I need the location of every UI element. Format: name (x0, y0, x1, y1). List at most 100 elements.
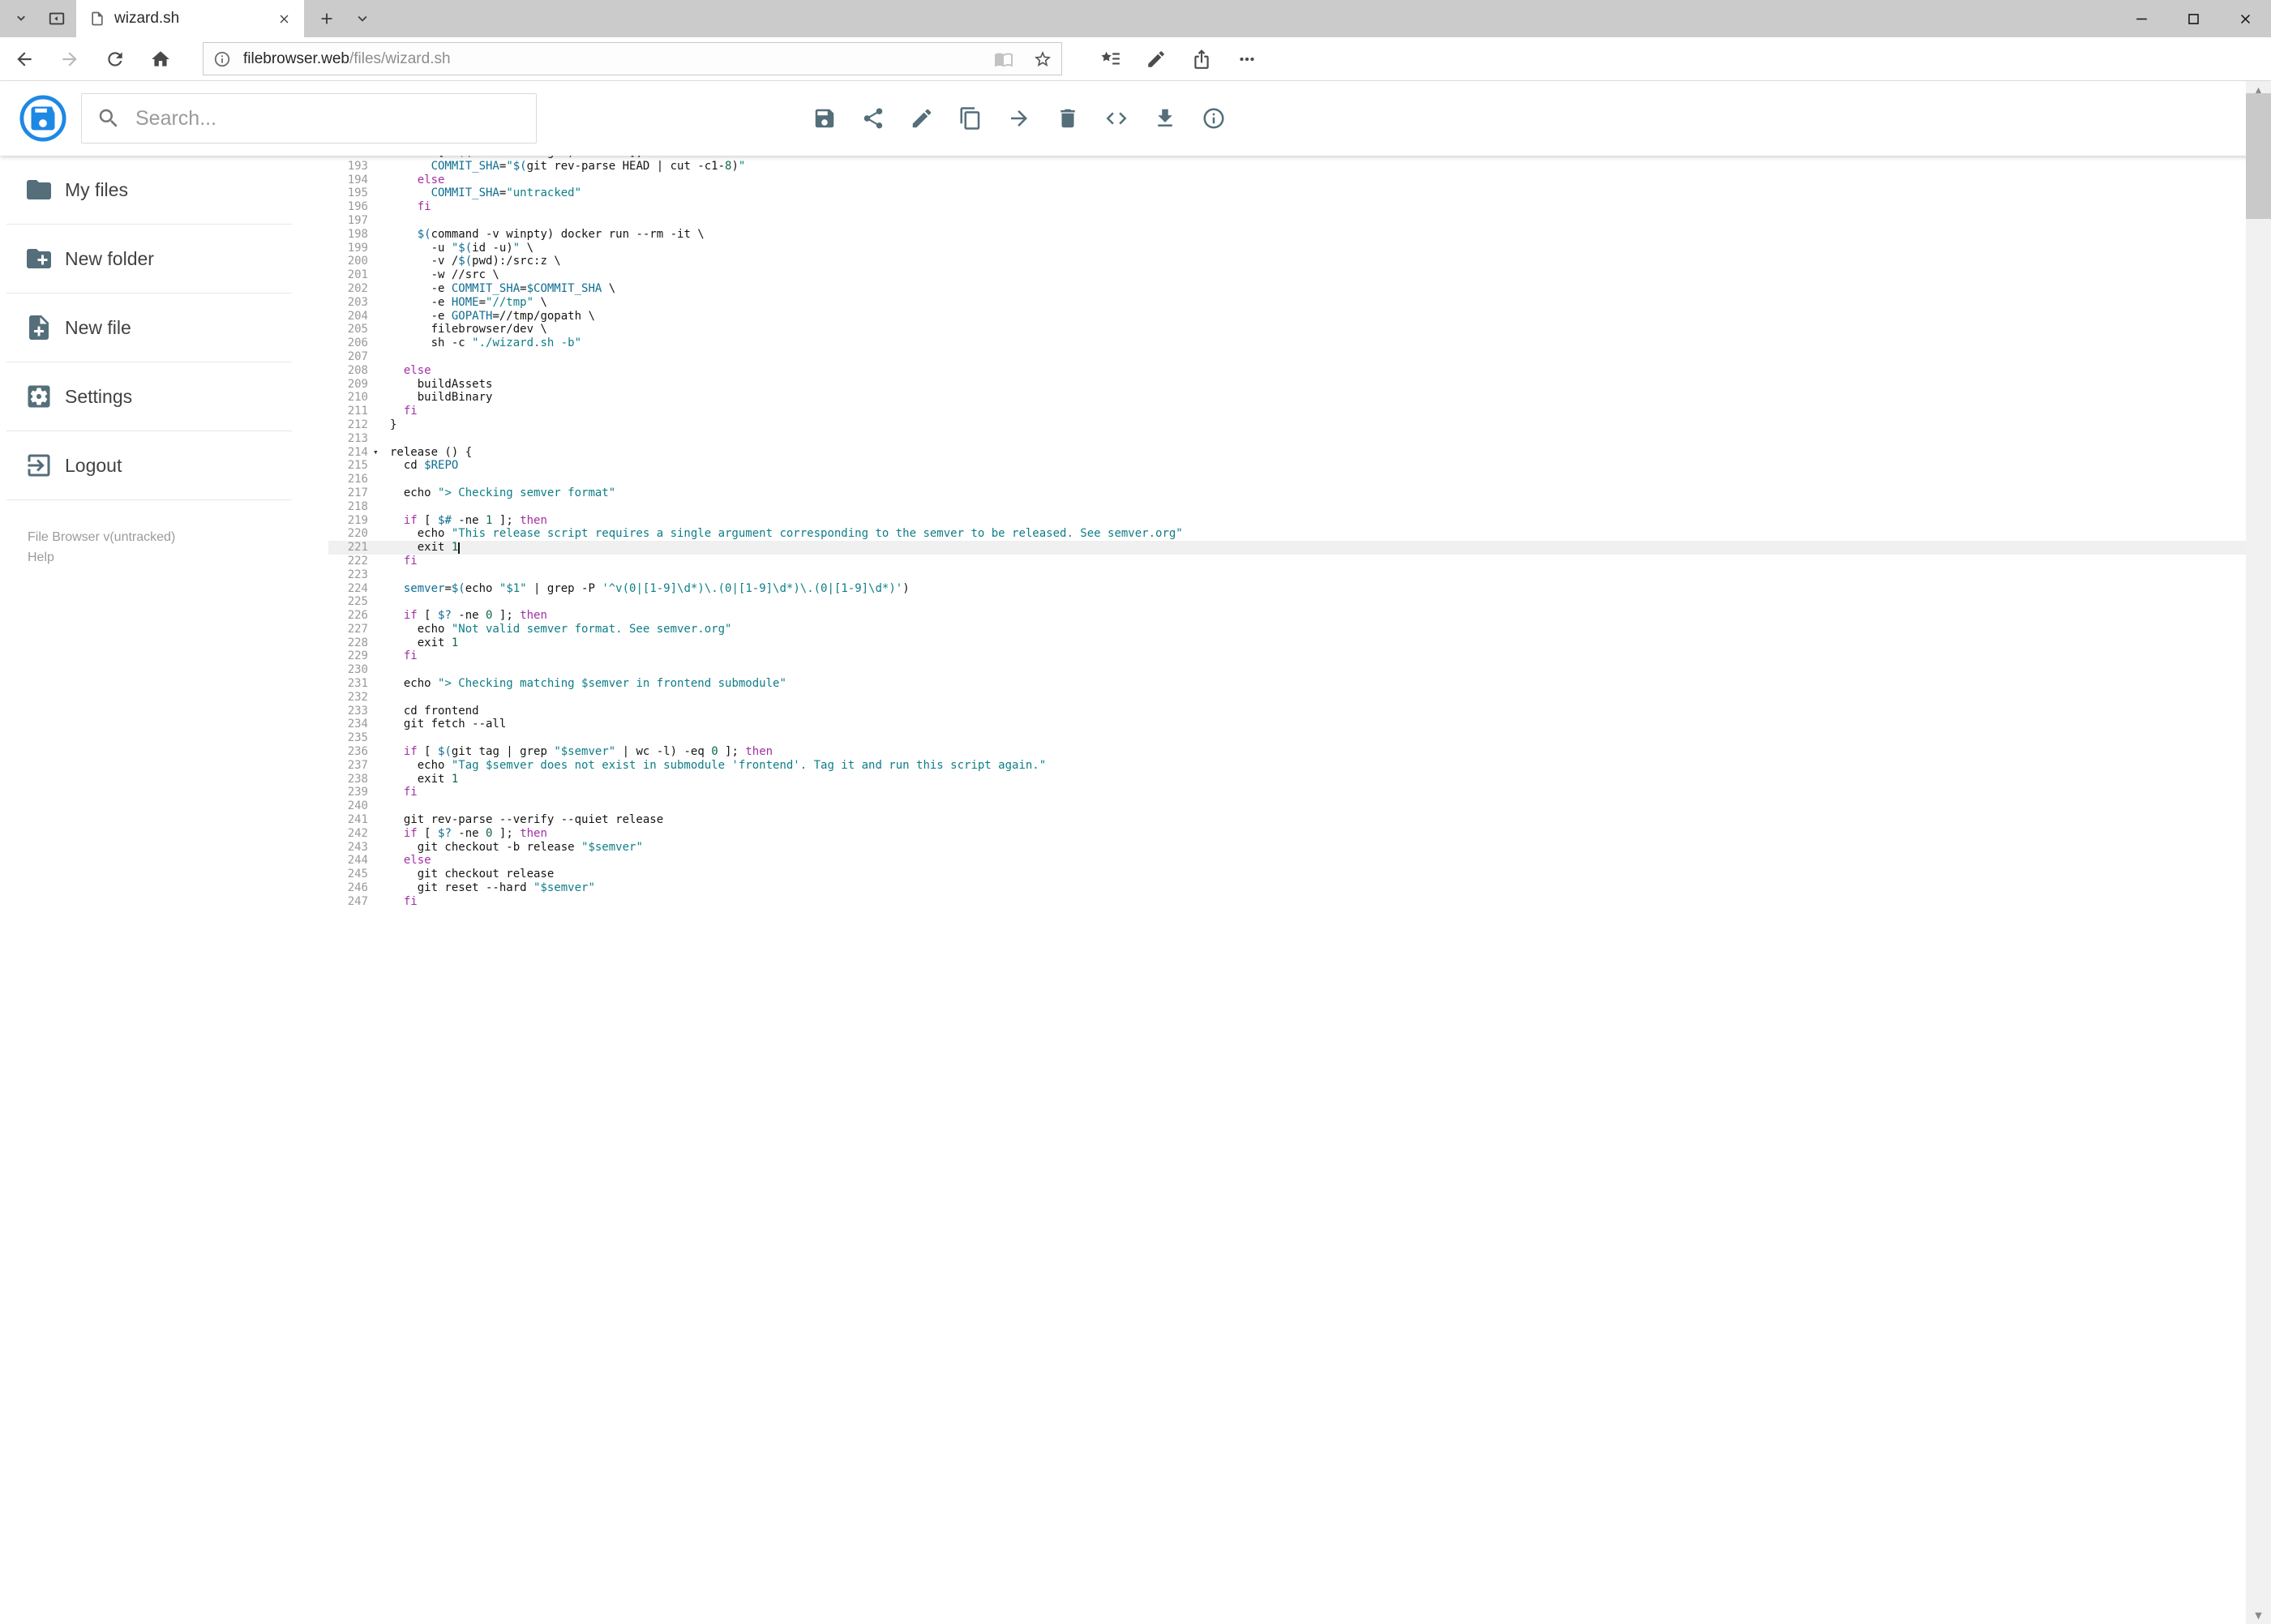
move-button[interactable] (995, 93, 1043, 144)
code-line[interactable]: 200 -v /$(pwd):/src:z \ (328, 255, 2246, 268)
code-line[interactable]: 211 fi (328, 405, 2246, 418)
code-line[interactable]: 195 COMMIT_SHA="untracked" (328, 186, 2246, 200)
code-line[interactable]: 214 ▾ release () { (328, 446, 2246, 460)
code-line[interactable]: 203 -e HOME="//tmp" \ (328, 296, 2246, 310)
code-line[interactable]: 216 (328, 473, 2246, 486)
code-line[interactable]: 228 exit 1 (328, 636, 2246, 650)
site-info-button[interactable] (213, 50, 231, 68)
help-link[interactable]: Help (28, 549, 175, 566)
more-menu-button[interactable] (1229, 41, 1265, 77)
fold-arrow-icon[interactable]: ▾ (371, 446, 390, 460)
tab-close-button[interactable] (272, 6, 296, 31)
code-line[interactable]: 194 else (328, 174, 2246, 187)
sidebar-item-logout[interactable]: Logout (0, 431, 328, 499)
code-line[interactable]: 226 if [ $? -ne 0 ]; then (328, 609, 2246, 623)
browser-tab[interactable]: wizard.sh (76, 0, 304, 37)
code-line[interactable]: 213 (328, 432, 2246, 446)
code-line[interactable]: 197 (328, 214, 2246, 228)
code-line[interactable]: 215 cd $REPO (328, 459, 2246, 473)
tab-preview-button[interactable] (3, 0, 39, 37)
share-page-button[interactable] (1184, 41, 1219, 77)
code-line[interactable]: 219 if [ $# -ne 1 ]; then (328, 514, 2246, 528)
code-line[interactable]: 193 COMMIT_SHA="$(git rev-parse HEAD | c… (328, 160, 2246, 174)
code-line[interactable]: 208 else (328, 364, 2246, 378)
code-line[interactable]: 210 buildBinary (328, 391, 2246, 405)
code-line[interactable]: 239 fi (328, 786, 2246, 799)
sidebar-item-my-files[interactable]: My files (0, 156, 328, 224)
back-button[interactable] (6, 41, 42, 77)
sidebar-item-settings[interactable]: Settings (0, 362, 328, 431)
add-favorite-button[interactable] (1032, 49, 1053, 70)
scrollbar[interactable]: ▲ ▼ (2246, 81, 2271, 1624)
fold-gutter (371, 418, 390, 432)
code-line[interactable]: 235 (328, 731, 2246, 745)
line-number: 202 (347, 281, 368, 295)
code-line[interactable]: 218 (328, 500, 2246, 514)
code-line[interactable]: 196 fi (328, 200, 2246, 214)
code-line[interactable]: 224 semver=$(echo "$1" | grep -P '^v(0|[… (328, 582, 2246, 596)
save-button[interactable] (800, 93, 849, 144)
minimize-button[interactable] (2115, 0, 2167, 37)
code-line[interactable]: 223 (328, 568, 2246, 582)
code-line[interactable]: 198 $(command -v winpty) docker run --rm… (328, 228, 2246, 242)
share-button[interactable] (849, 93, 898, 144)
scroll-down-arrow-icon[interactable]: ▼ (2246, 1606, 2271, 1624)
code-line[interactable]: 243 git checkout -b release "$semver" (328, 841, 2246, 855)
delete-button[interactable] (1043, 93, 1092, 144)
code-line[interactable]: 244 else (328, 854, 2246, 868)
close-window-button[interactable] (2219, 0, 2271, 37)
code-line[interactable]: 220 echo "This release script requires a… (328, 527, 2246, 541)
url-field[interactable]: filebrowser.web/files/wizard.sh (203, 42, 1062, 75)
info-button[interactable] (1189, 93, 1238, 144)
maximize-button[interactable] (2167, 0, 2219, 37)
code-line[interactable]: 230 (328, 663, 2246, 677)
sidebar-item-new-file[interactable]: New file (0, 294, 328, 362)
code-line[interactable]: 227 echo "Not valid semver format. See s… (328, 623, 2246, 636)
code-line[interactable]: 242 if [ $? -ne 0 ]; then (328, 827, 2246, 841)
code-line[interactable]: 245 git checkout release (328, 868, 2246, 881)
code-line[interactable]: 236 if [ $(git tag | grep "$semver" | wc… (328, 745, 2246, 759)
code-line[interactable]: 237 echo "Tag $semver does not exist in … (328, 759, 2246, 773)
rename-button[interactable] (898, 93, 946, 144)
code-line[interactable]: 232 (328, 691, 2246, 705)
code-line[interactable]: 247 fi (328, 895, 2246, 909)
code-line[interactable]: 241 git rev-parse --verify --quiet relea… (328, 813, 2246, 827)
copy-button[interactable] (946, 93, 995, 144)
code-line[interactable]: 234 git fetch --all (328, 718, 2246, 731)
code-line[interactable]: 221 exit 1 (328, 541, 2246, 555)
code-text: exit 1 (390, 636, 459, 649)
code-line[interactable]: 202 -e COMMIT_SHA=$COMMIT_SHA \ (328, 282, 2246, 296)
code-line[interactable]: 217 echo "> Checking semver format" (328, 486, 2246, 500)
code-line[interactable]: 201 -w //src \ (328, 268, 2246, 282)
annotate-button[interactable] (1138, 41, 1174, 77)
hub-button[interactable] (1093, 41, 1129, 77)
search-input[interactable] (135, 106, 521, 131)
code-line[interactable]: 206 sh -c "./wizard.sh -b" (328, 336, 2246, 350)
scrollbar-thumb[interactable] (2246, 93, 2271, 219)
download-button[interactable] (1141, 93, 1189, 144)
search-bar[interactable] (81, 93, 537, 144)
code-editor[interactable]: 192 if [ "$(command -v git)" != "" ]; th… (328, 156, 2246, 1624)
code-line[interactable]: 207 (328, 350, 2246, 364)
new-tab-button[interactable] (309, 0, 345, 37)
sidebar-item-new-folder[interactable]: New folder (0, 225, 328, 293)
home-button[interactable] (143, 41, 178, 77)
code-line[interactable]: 212} (328, 418, 2246, 432)
code-line[interactable]: 233 cd frontend (328, 705, 2246, 718)
source-code-button[interactable] (1092, 93, 1141, 144)
code-line[interactable]: 240 (328, 799, 2246, 813)
code-line[interactable]: 229 fi (328, 649, 2246, 663)
code-line[interactable]: 205 filebrowser/dev \ (328, 323, 2246, 336)
code-line[interactable]: 238 exit 1 (328, 773, 2246, 786)
code-line[interactable]: 199 -u "$(id -u)" \ (328, 242, 2246, 255)
code-line[interactable]: 209 buildAssets (328, 378, 2246, 392)
code-line[interactable]: 225 (328, 595, 2246, 609)
refresh-button[interactable] (97, 41, 133, 77)
set-tabs-aside-button[interactable] (39, 0, 75, 37)
filebrowser-header (0, 81, 2271, 156)
code-line[interactable]: 222 fi (328, 555, 2246, 568)
code-line[interactable]: 204 -e GOPATH=//tmp/gopath \ (328, 310, 2246, 324)
code-line[interactable]: 231 echo "> Checking matching $semver in… (328, 677, 2246, 691)
code-line[interactable]: 246 git reset --hard "$semver" (328, 881, 2246, 895)
tab-menu-button[interactable] (345, 0, 380, 37)
